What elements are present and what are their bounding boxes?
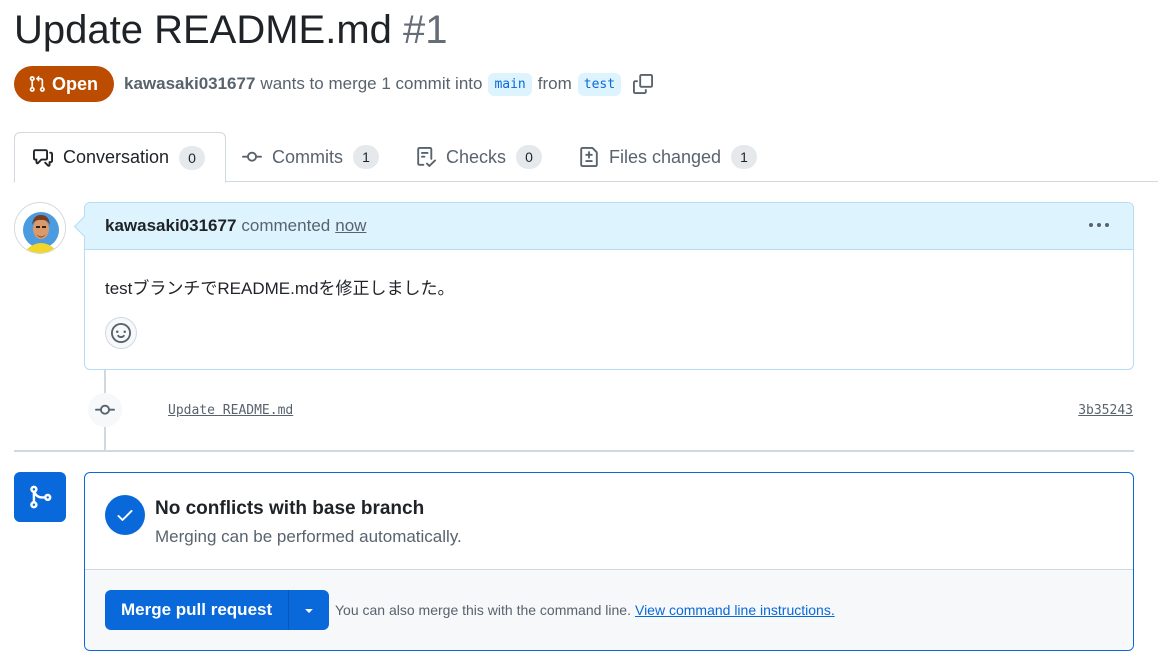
merge-status: No conflicts with base branch Merging ca… xyxy=(85,473,1133,570)
tab-files-changed[interactable]: Files changed 1 xyxy=(579,132,758,182)
merge-status-icon xyxy=(14,472,66,522)
git-pull-request-icon xyxy=(29,75,45,92)
merge-actions: Merge pull request You can also merge th… xyxy=(85,570,1133,650)
commit-icon xyxy=(242,151,262,162)
diff-icon xyxy=(580,147,598,167)
pr-meta: kawasaki031677 wants to merge 1 commit i… xyxy=(124,72,654,96)
commit-badge xyxy=(88,393,122,427)
tab-label: Commits xyxy=(272,146,343,167)
comment-action: commented xyxy=(241,216,331,235)
avatar[interactable] xyxy=(14,202,66,254)
comment-box: kawasaki031677 commented now testブランチでRE… xyxy=(84,202,1134,370)
copy-icon[interactable] xyxy=(633,74,654,94)
tab-commits[interactable]: Commits 1 xyxy=(242,132,379,182)
timeline-divider xyxy=(14,450,1134,452)
from-text: from xyxy=(537,74,572,93)
tab-counter: 1 xyxy=(731,145,758,169)
commit-message-link[interactable]: Update README.md xyxy=(168,403,293,418)
comment-header: kawasaki031677 commented now xyxy=(85,203,1133,250)
git-merge-icon xyxy=(30,485,52,509)
merge-pull-request-button[interactable]: Merge pull request xyxy=(105,590,290,630)
merge-status-subtitle: Merging can be performed automatically. xyxy=(155,527,462,546)
tab-counter: 1 xyxy=(353,145,379,169)
pr-author-link[interactable]: kawasaki031677 xyxy=(124,74,255,94)
smiley-icon xyxy=(111,323,131,343)
comment-body: testブランチでREADME.mdを修正しました。 xyxy=(105,279,455,298)
comment-author-link[interactable]: kawasaki031677 xyxy=(105,216,236,236)
tab-conversation[interactable]: Conversation 0 xyxy=(14,132,227,183)
status-badge: Open xyxy=(14,66,115,102)
merge-options-dropdown[interactable] xyxy=(289,590,330,630)
pr-meta-text: wants to merge 1 commit into xyxy=(260,74,483,93)
tab-label: Checks xyxy=(446,146,507,167)
pr-title: Update README.md #1 xyxy=(14,8,448,53)
pr-tabs: Conversation 0 Commits 1 Checks 0 Files … xyxy=(14,132,1158,183)
command-line-instructions-link[interactable]: View command line instructions. xyxy=(635,602,835,618)
merge-help: You can also merge this with the command… xyxy=(335,602,835,618)
tab-counter: 0 xyxy=(179,145,206,170)
pr-title-text: Update README.md xyxy=(14,8,392,52)
merge-box: No conflicts with base branch Merging ca… xyxy=(84,472,1134,651)
add-reaction-button[interactable] xyxy=(105,317,137,349)
pr-number: #1 xyxy=(403,8,448,52)
checklist-icon xyxy=(417,147,436,167)
head-branch-label[interactable]: test xyxy=(577,72,622,96)
more-options-icon[interactable] xyxy=(1089,215,1109,235)
comment-timestamp[interactable]: now xyxy=(335,216,366,236)
commit-icon xyxy=(95,404,115,415)
tab-label: Files changed xyxy=(609,146,722,167)
tab-counter: 0 xyxy=(516,145,543,169)
status-label: Open xyxy=(52,73,99,94)
merge-status-title: No conflicts with base branch xyxy=(155,498,425,519)
commit-sha-link[interactable]: 3b35243 xyxy=(1078,403,1133,418)
merge-help-text: You can also merge this with the command… xyxy=(335,602,631,618)
comment-discussion-icon xyxy=(33,148,53,167)
tab-label: Conversation xyxy=(63,147,170,167)
base-branch-label[interactable]: main xyxy=(488,72,532,96)
pr-state-row: Open kawasaki031677 wants to merge 1 com… xyxy=(14,66,654,102)
merge-button-group: Merge pull request xyxy=(105,590,330,630)
tab-checks[interactable]: Checks 0 xyxy=(416,132,543,182)
triangle-down-icon xyxy=(305,609,313,613)
check-circle-icon xyxy=(105,495,145,535)
